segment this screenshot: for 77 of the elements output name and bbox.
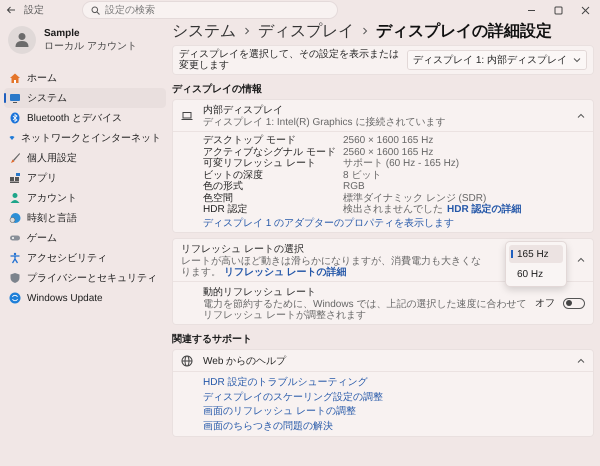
- property-value: 2560 × 1600 165 Hz: [343, 146, 434, 158]
- sidebar-item[interactable]: プライバシーとセキュリティ: [4, 268, 166, 288]
- property-value: 検出されませんでした: [343, 204, 443, 216]
- chevron-icon: [362, 27, 368, 35]
- setting-description: 電力を節約するために、Windows では、上記の選択した速度に合わせてリフレッシュ レートが調整されます: [203, 299, 527, 321]
- sidebar-item[interactable]: アカウント: [4, 188, 166, 208]
- property-label: アクティブなシグナル モード: [203, 146, 337, 158]
- maximize-icon[interactable]: [554, 6, 563, 14]
- card-title: リフレッシュ レートの選択: [181, 243, 305, 256]
- property-value: サポート (60 Hz - 165 Hz): [343, 158, 460, 170]
- accessibility-icon: [9, 252, 21, 264]
- sidebar-item[interactable]: アクセシビリティ: [4, 248, 166, 268]
- person-icon: [9, 192, 21, 204]
- card-title: 内部ディスプレイ: [203, 104, 284, 116]
- sidebar-item[interactable]: 時刻と言語: [4, 208, 166, 228]
- property-value: 標準ダイナミック レンジ (SDR): [343, 192, 486, 204]
- home-icon: [9, 72, 21, 84]
- account-type: ローカル アカウント: [44, 40, 137, 52]
- bluetooth-icon: [9, 112, 21, 124]
- chevron-icon[interactable]: [577, 256, 585, 264]
- brush-icon: [9, 152, 21, 164]
- card-subtitle: ディスプレイ 1: Intel(R) Graphics に接続されています: [203, 117, 446, 128]
- menu-option[interactable]: 165 Hz: [509, 245, 563, 263]
- toggle-state-label: オフ: [535, 297, 555, 310]
- laptop-icon: [181, 110, 193, 120]
- chevron-icon: [244, 27, 250, 35]
- help-link[interactable]: HDR 設定のトラブルシューティング: [203, 377, 368, 388]
- refresh-icon: [9, 292, 21, 304]
- refresh-rate-details-link[interactable]: リフレッシュ レートの詳細: [224, 267, 347, 278]
- close-icon[interactable]: [581, 6, 590, 14]
- property-label: 色空間: [203, 192, 234, 204]
- sidebar-item[interactable]: システム: [4, 88, 166, 108]
- sidebar-item[interactable]: Bluetooth とデバイス: [4, 108, 166, 128]
- details-link[interactable]: HDR 認定の詳細: [447, 204, 522, 216]
- display-select-label: ディスプレイを選択して、その設定を表示または変更します: [179, 49, 400, 71]
- window-title: 設定: [24, 4, 44, 17]
- shield-icon: [9, 272, 21, 284]
- sidebar-item[interactable]: Windows Update: [4, 288, 166, 308]
- search-icon: [91, 6, 100, 14]
- sidebar-item[interactable]: ネットワークとインターネット: [4, 128, 166, 148]
- help-link[interactable]: 画面のちらつきの問題の解決: [203, 420, 333, 432]
- chevron-icon[interactable]: [577, 356, 585, 364]
- card-subtitle: レートが高いほど動きは滑らかになりますが、消費電力も大きくなります。 リフレッシュ レートの詳細: [181, 256, 482, 278]
- section-heading: ディスプレイの情報: [172, 82, 263, 96]
- sidebar-item[interactable]: アプリ: [4, 168, 166, 188]
- property-label: ビットの深度: [203, 170, 264, 180]
- person-icon: [15, 32, 29, 48]
- menu-option[interactable]: 60 Hz: [509, 265, 563, 283]
- property-label: 可変リフレッシュ レート: [203, 158, 317, 170]
- display-dropdown[interactable]: ディスプレイ 1: 内部ディスプレイ: [407, 50, 587, 70]
- section-heading: 関連するサポート: [172, 332, 253, 346]
- chevron-icon[interactable]: [577, 112, 585, 120]
- property-value: 8 ビット: [343, 170, 382, 181]
- search-field[interactable]: 設定の検索: [82, 1, 338, 19]
- profile-name: Sample: [44, 28, 81, 38]
- adapter-properties-link[interactable]: ディスプレイ 1 のアダプターのプロパティを表示します: [203, 218, 454, 228]
- sidebar-item[interactable]: ゲーム: [4, 228, 166, 248]
- globe-icon: [181, 354, 193, 366]
- property-label: HDR 認定: [203, 204, 248, 216]
- help-link[interactable]: ディスプレイのスケーリング設定の調整: [203, 392, 383, 402]
- breadcrumb-item[interactable]: ディスプレイ: [258, 20, 354, 42]
- breadcrumb-item: ディスプレイの詳細設定: [376, 21, 552, 42]
- help-link[interactable]: 画面のリフレッシュ レートの調整: [203, 406, 356, 417]
- toggle-switch[interactable]: [563, 298, 585, 308]
- property-label: 色の形式: [203, 181, 244, 192]
- chevron-down-icon: [573, 56, 581, 64]
- setting-title: 動的リフレッシュ レート: [203, 286, 317, 298]
- apps-icon: [9, 172, 21, 184]
- monitor-icon: [9, 92, 21, 104]
- property-value: RGB: [343, 181, 365, 192]
- sidebar-item[interactable]: 個人用設定: [4, 148, 166, 168]
- card-title: Web からのヘルプ: [203, 354, 288, 368]
- property-label: デスクトップ モード: [203, 135, 297, 146]
- property-value: 2560 × 1600 165 Hz: [343, 135, 434, 146]
- back-arrow-icon[interactable]: [6, 5, 16, 15]
- sidebar-item[interactable]: ホーム: [4, 68, 166, 88]
- breadcrumb-item[interactable]: システム: [172, 20, 236, 42]
